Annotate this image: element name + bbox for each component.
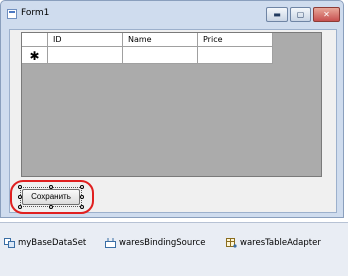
grid-corner-header: [22, 33, 48, 47]
new-row-marker: ✱: [22, 47, 48, 64]
maximize-button[interactable]: ▢: [290, 7, 311, 22]
dataset-icon: [4, 238, 15, 248]
resize-handle[interactable]: [18, 205, 22, 209]
resize-handle[interactable]: [49, 205, 53, 209]
form-window[interactable]: Form1 ▬ ▢ ✕ ID Name Price ✱ Сохранить: [0, 0, 344, 218]
resize-handle[interactable]: [18, 185, 22, 189]
component-label: waresTableAdapter: [240, 238, 321, 248]
form-designer-surface: Form1 ▬ ▢ ✕ ID Name Price ✱ Сохранить: [0, 0, 348, 222]
title-bar[interactable]: Form1 ▬ ▢ ✕: [1, 1, 343, 27]
form-icon: [7, 9, 17, 19]
new-row-cell-name[interactable]: [123, 47, 198, 64]
resize-handle[interactable]: [80, 205, 84, 209]
save-button[interactable]: Сохранить: [22, 189, 80, 205]
table-adapter-icon: [226, 238, 237, 248]
component-tray: myBaseDataSet waresBindingSource waresTa…: [0, 222, 348, 276]
new-row-cell-id[interactable]: [48, 47, 123, 64]
component-label: myBaseDataSet: [18, 238, 87, 248]
resize-handle[interactable]: [80, 185, 84, 189]
form-client-area: ID Name Price ✱ Сохранить: [9, 29, 337, 214]
column-header-name[interactable]: Name: [123, 33, 198, 47]
column-header-id[interactable]: ID: [48, 33, 123, 47]
form-title: Form1: [21, 8, 50, 18]
new-row-cell-price[interactable]: [198, 47, 273, 64]
data-grid-view[interactable]: ID Name Price ✱: [21, 32, 322, 177]
column-header-price[interactable]: Price: [198, 33, 273, 47]
close-button[interactable]: ✕: [313, 7, 340, 22]
component-label: waresBindingSource: [119, 238, 206, 248]
binding-source-icon: [105, 238, 116, 248]
resize-handle[interactable]: [80, 195, 84, 199]
minimize-button[interactable]: ▬: [266, 7, 288, 22]
